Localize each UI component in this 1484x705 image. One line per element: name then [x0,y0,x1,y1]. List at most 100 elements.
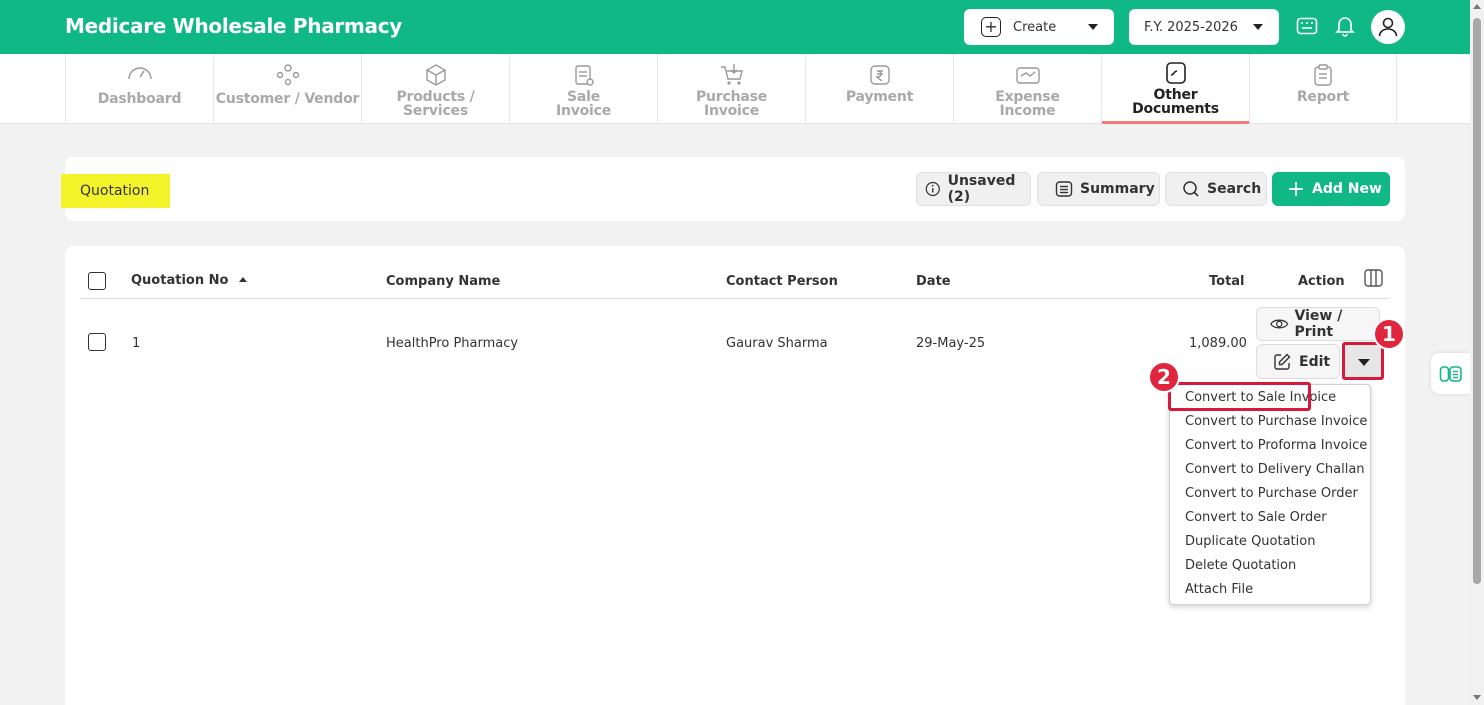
nav-label: Other [1153,87,1198,103]
chevron-down-icon [1358,359,1370,366]
nav-label: Report [1296,89,1350,105]
page-scrollbar[interactable] [1470,0,1484,705]
cell-total: 1,089.00 [1189,336,1247,351]
scroll-down-icon[interactable] [1473,695,1481,700]
plus-icon: + [981,17,1001,37]
col-header-quotation-no[interactable]: Quotation No [131,273,247,288]
nav-label: Payment [845,89,914,105]
edit-icon [1274,353,1291,370]
create-label: Create [1013,19,1057,35]
nav-label: Sale [566,89,601,105]
nav-label-line2: Income [999,103,1056,119]
col-header-action: Action [1298,274,1345,289]
nav-label-line2: Invoice [555,103,612,119]
cart-icon [658,63,805,85]
cell-quotation-no[interactable]: 1 [132,336,140,351]
cell-date: 29-May-25 [916,336,986,351]
nav-label-line2: Invoice [703,103,760,119]
report-icon [1250,63,1396,86]
nav-label-line2: Documents [1132,101,1219,117]
col-header-contact[interactable]: Contact Person [726,274,838,289]
expense-income-icon [954,63,1101,85]
col-header-total[interactable]: Total [1209,274,1245,289]
header-divider [80,298,1390,299]
chevron-down-icon [1088,24,1098,30]
unsaved-label: Unsaved (2) [947,173,1016,205]
users-icon [214,63,361,86]
create-button[interactable]: + Create [964,9,1114,45]
edit-label: Edit [1299,353,1331,370]
active-tab-underline [1102,121,1249,124]
side-panel-toggle[interactable] [1431,353,1471,394]
add-new-button[interactable]: Add New [1272,172,1390,206]
financial-year-select[interactable]: F.Y. 2025-2026 [1129,9,1279,45]
scroll-up-icon[interactable] [1473,4,1481,9]
sort-asc-icon [238,277,247,282]
annotation-highlight-box [1168,382,1311,411]
view-print-label: View / Print [1294,308,1343,340]
list-icon [1055,181,1073,197]
nav-purchase-invoice[interactable]: Purchase Invoice [657,54,805,123]
bell-icon[interactable] [1332,13,1358,39]
annotation-badge-1: 1 [1373,318,1405,350]
nav-dashboard[interactable]: Dashboard [65,54,213,123]
user-avatar-icon[interactable] [1371,10,1405,44]
menu-attach-file[interactable]: Attach File [1185,582,1253,597]
menu-convert-purchase-invoice[interactable]: Convert to Purchase Invoice [1185,414,1367,429]
annotation-badge-2: 2 [1148,361,1180,393]
more-actions-dropdown-button[interactable] [1342,342,1384,380]
col-header-company[interactable]: Company Name [386,274,500,289]
search-button[interactable]: Search [1165,172,1267,206]
plus-icon [1289,182,1303,196]
menu-convert-proforma-invoice[interactable]: Convert to Proforma Invoice [1185,438,1367,453]
summary-button[interactable]: Summary [1037,172,1160,206]
nav-report[interactable]: Report [1249,54,1397,123]
menu-convert-sale-order[interactable]: Convert to Sale Order [1185,510,1327,525]
keyboard-icon[interactable] [1294,13,1320,39]
nav-label: Customer / Vendor [215,91,360,107]
document-icon [1102,61,1249,84]
app-title: Medicare Wholesale Pharmacy [65,14,403,38]
add-new-label: Add New [1312,181,1382,197]
nav-payment[interactable]: Payment [805,54,953,123]
rupee-icon [806,63,953,85]
top-bar: Medicare Wholesale Pharmacy + Create F.Y… [0,0,1470,54]
unsaved-button[interactable]: Unsaved (2) [916,172,1031,206]
scrollbar-thumb[interactable] [1473,18,1481,584]
chevron-down-icon [1253,24,1263,30]
nav-products-services[interactable]: Products / Services [361,54,509,123]
notes-icon [1439,365,1462,382]
nav-label: Expense [995,89,1060,105]
main-nav: Dashboard Customer / Vendor Products / S… [0,54,1470,124]
col-header-date[interactable]: Date [916,274,951,289]
select-all-checkbox[interactable] [88,272,106,290]
sale-invoice-icon [510,63,657,86]
menu-convert-delivery-challan[interactable]: Convert to Delivery Challan [1185,462,1365,477]
col-header-label: Quotation No [131,273,229,288]
menu-convert-purchase-order[interactable]: Convert to Purchase Order [1185,486,1358,501]
nav-label: Dashboard [97,91,182,107]
search-icon [1183,181,1199,197]
nav-sale-invoice[interactable]: Sale Invoice [509,54,657,123]
edit-button[interactable]: Edit [1256,344,1340,379]
view-print-button[interactable]: View / Print [1256,307,1380,341]
search-label: Search [1207,181,1262,197]
box-icon [362,63,509,86]
columns-icon[interactable] [1364,269,1383,292]
nav-expense-income[interactable]: Expense Income [953,54,1101,123]
info-icon [925,181,940,197]
eye-icon [1270,319,1289,329]
cell-company: HealthPro Pharmacy [386,336,519,351]
nav-label: Purchase [695,89,768,105]
row-checkbox[interactable] [88,333,106,351]
summary-label: Summary [1080,181,1155,197]
speedometer-icon [66,63,213,85]
page-title: Quotation [61,174,170,208]
menu-delete-quotation[interactable]: Delete Quotation [1185,558,1296,573]
financial-year-label: F.Y. 2025-2026 [1144,20,1238,35]
menu-duplicate-quotation[interactable]: Duplicate Quotation [1185,534,1315,549]
cell-contact: Gaurav Sharma [726,336,828,351]
nav-customer-vendor[interactable]: Customer / Vendor [213,54,361,123]
nav-other-documents[interactable]: Other Documents [1101,54,1249,124]
actions-dropdown-menu: Convert to Sale Invoice Convert to Purch… [1169,384,1371,605]
